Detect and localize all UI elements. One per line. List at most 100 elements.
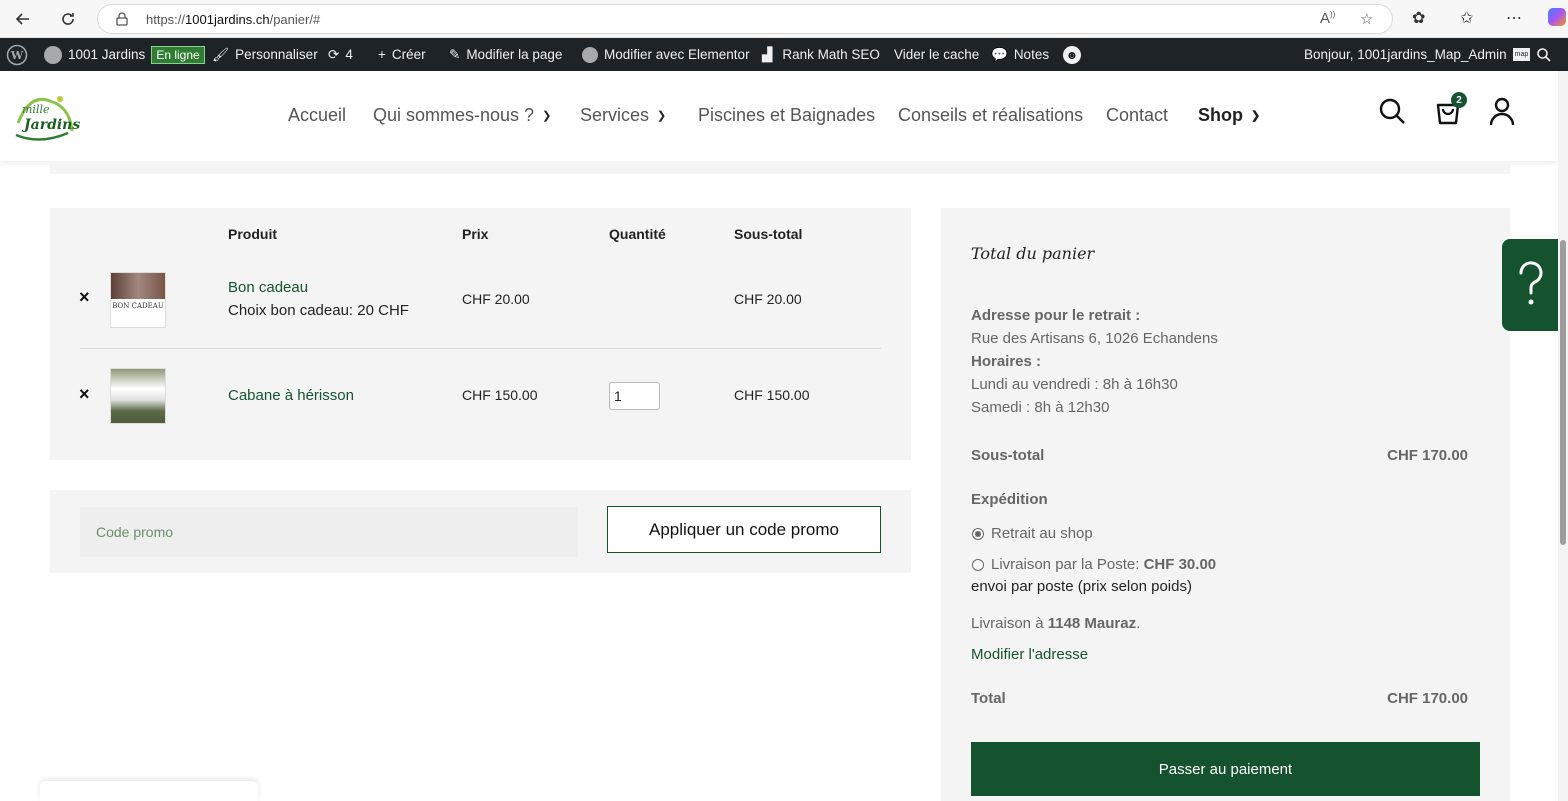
nav-piscines[interactable]: Piscines et Baignades — [698, 105, 875, 126]
chevron-down-icon: ❯ — [657, 110, 667, 122]
shipping-option-pickup: Retrait au shop — [991, 525, 1093, 542]
wpbar-create-label: Créer — [391, 47, 426, 62]
page-top-strip — [50, 161, 1510, 174]
product-thumbnail[interactable]: BON CADEAU — [110, 272, 166, 328]
rank-math-icon: ▟ — [762, 46, 773, 62]
wpbar-site[interactable]: 1001 Jardins En ligne — [44, 38, 205, 71]
help-widget[interactable] — [1502, 239, 1560, 331]
product-link[interactable]: Bon cadeau — [228, 279, 308, 296]
brush-icon: 🖌 — [212, 46, 230, 62]
favorite-star-icon[interactable]: ☆ — [1360, 10, 1373, 28]
wpbar-rank-math-label: Rank Math SEO — [782, 47, 880, 62]
nav-qui-sommes-nous-label: Qui sommes-nous ? — [373, 105, 535, 125]
hours-saturday: Samedi : 8h à 12h30 — [971, 399, 1110, 416]
site-logo[interactable]: mille Jardins — [10, 83, 80, 149]
header-price: Prix — [462, 226, 489, 242]
browser-toolbar: https://1001jardins.ch/panier/# A)) ☆ ✿ … — [0, 0, 1568, 38]
wpbar-clear-cache[interactable]: Vider le cache — [894, 38, 979, 71]
shipping-radio-pickup[interactable] — [972, 528, 984, 540]
wpbar-elementor[interactable]: Modifier avec Elementor — [582, 38, 750, 71]
wpbar-edit-page-label: Modifier la page — [466, 47, 563, 62]
online-badge: En ligne — [151, 45, 205, 64]
wordpress-logo-icon[interactable]: W — [6, 38, 28, 71]
chevron-down-icon: ❯ — [1251, 110, 1261, 122]
pencil-icon: ✎ — [449, 46, 461, 62]
shipping-option-post: Livraison par la Poste: CHF 30.00 — [991, 556, 1216, 573]
wpbar-edit-page[interactable]: ✎ Modifier la page — [449, 38, 562, 71]
cart-count-badge: 2 — [1451, 92, 1467, 108]
delivery-place: 1148 Mauraz — [1047, 615, 1137, 632]
checkout-button[interactable]: Passer au paiement — [971, 742, 1480, 796]
question-mark-icon — [1519, 261, 1543, 305]
avatar: map — [1512, 48, 1531, 61]
wpbar-account[interactable]: Bonjour, 1001jardins_Map_Admin map — [1304, 38, 1531, 71]
nav-conseils[interactable]: Conseils et réalisations — [898, 105, 1083, 126]
product-link[interactable]: Cabane à hérisson — [228, 387, 354, 404]
header-quantity: Quantité — [609, 226, 666, 242]
nav-services[interactable]: Services ❯ — [580, 105, 666, 126]
plus-icon: + — [378, 47, 386, 62]
hours-label: Horaires : — [971, 353, 1042, 370]
cart-totals-title: Total du panier — [971, 244, 1095, 263]
wpbar-notes[interactable]: 💬 Notes — [991, 38, 1049, 71]
wpbar-updates[interactable]: ⟳ 4 — [328, 38, 353, 71]
svg-text:W: W — [10, 49, 24, 62]
scrollbar-thumb[interactable] — [1560, 240, 1566, 545]
row-divider — [80, 348, 881, 349]
updates-count: 4 — [345, 47, 353, 62]
url-text: https://1001jardins.ch/panier/# — [146, 12, 321, 27]
back-arrow-icon[interactable] — [10, 7, 36, 31]
wpbar-create[interactable]: + Créer — [378, 38, 426, 71]
address-bar[interactable]: https://1001jardins.ch/panier/# A)) ☆ — [97, 4, 1393, 34]
cart-totals: Total du panier Adresse pour le retrait … — [941, 208, 1510, 801]
pickup-address: Rue des Artisans 6, 1026 Echandens — [971, 330, 1218, 347]
nav-accueil[interactable]: Accueil — [288, 105, 346, 126]
extensions-icon[interactable]: ✿ — [1412, 8, 1425, 28]
elementor-icon — [582, 46, 598, 63]
apply-coupon-button[interactable]: Appliquer un code promo — [607, 506, 881, 553]
subtotal-label: Sous-total — [971, 447, 1045, 464]
change-address-link[interactable]: Modifier l'adresse — [971, 646, 1088, 663]
shipping-label: Expédition — [971, 491, 1048, 508]
copilot-icon[interactable] — [1548, 8, 1566, 26]
nav-shop[interactable]: Shop ❯ — [1198, 105, 1260, 126]
smiley-icon[interactable]: ☻ — [1063, 38, 1081, 71]
header-product: Produit — [228, 226, 277, 242]
coupon-code-input[interactable] — [80, 507, 578, 557]
shipping-radio-post[interactable] — [972, 559, 984, 571]
product-price: CHF 20.00 — [462, 291, 530, 307]
favorites-icon[interactable]: ✩ — [1460, 8, 1473, 28]
nav-qui-sommes-nous[interactable]: Qui sommes-nous ? ❯ — [373, 105, 551, 126]
search-icon[interactable] — [1376, 95, 1408, 127]
remove-item-button[interactable]: × — [79, 287, 90, 308]
remove-item-button[interactable]: × — [79, 384, 90, 405]
svg-text:mille: mille — [22, 103, 50, 116]
read-aloud-icon[interactable]: A)) — [1320, 10, 1335, 27]
reload-icon[interactable] — [55, 7, 81, 31]
wpbar-greeting: Bonjour, 1001jardins_Map_Admin — [1304, 47, 1507, 62]
comment-icon: 💬 — [991, 46, 1008, 62]
svg-text:Jardins: Jardins — [21, 117, 80, 133]
wpbar-customize[interactable]: 🖌 Personnaliser — [212, 38, 318, 71]
wpbar-site-name: 1001 Jardins — [68, 47, 146, 62]
wpbar-search-icon[interactable] — [1536, 38, 1552, 71]
hours-weekdays: Lundi au vendredi : 8h à 16h30 — [971, 376, 1178, 393]
nav-contact[interactable]: Contact — [1106, 105, 1168, 126]
nav-conseils-label: Conseils et réalisations — [898, 105, 1084, 125]
wpbar-notes-label: Notes — [1013, 47, 1050, 62]
nav-shop-label: Shop — [1198, 105, 1243, 125]
shipping-option-post-price: CHF 30.00 — [1143, 556, 1217, 573]
updates-icon: ⟳ — [328, 46, 340, 62]
shipping-post-note: envoi par poste (prix selon poids) — [971, 578, 1192, 595]
account-icon[interactable] — [1486, 95, 1518, 127]
wpbar-customize-label: Personnaliser — [235, 47, 318, 62]
product-variation: Choix bon cadeau: 20 CHF — [228, 302, 409, 319]
quantity-input[interactable] — [609, 382, 660, 410]
more-menu-icon[interactable]: ⋯ — [1506, 8, 1522, 28]
delivery-destination: Livraison à 1148 Mauraz. — [971, 615, 1141, 632]
wp-admin-bar: W 1001 Jardins En ligne 🖌 Personnaliser … — [0, 38, 1568, 71]
product-thumbnail[interactable] — [110, 368, 166, 424]
site-header: mille Jardins Accueil Qui sommes-nous ? ❯… — [0, 71, 1558, 161]
total-value: CHF 170.00 — [1387, 690, 1468, 707]
wpbar-rank-math[interactable]: ▟ Rank Math SEO — [762, 38, 880, 71]
